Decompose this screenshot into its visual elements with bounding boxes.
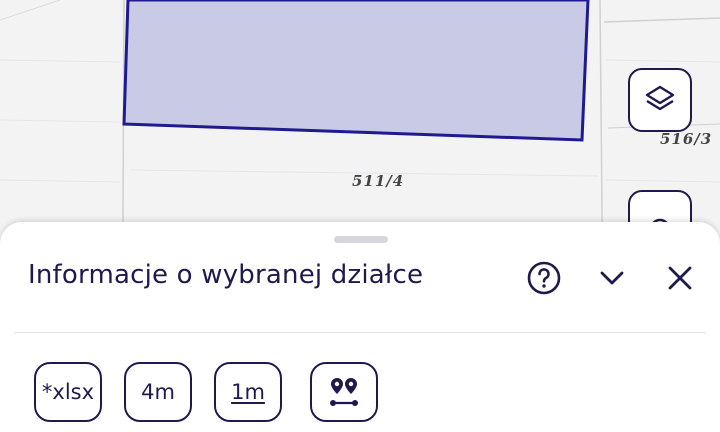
parcel-label-516-3: 516/3	[660, 130, 713, 148]
help-icon	[527, 261, 561, 295]
sheet-title: Informacje o wybranej działce	[28, 260, 424, 290]
close-button[interactable]	[660, 258, 700, 298]
collapse-button[interactable]	[592, 258, 632, 298]
sheet-drag-handle[interactable]	[334, 236, 388, 243]
close-icon	[668, 266, 692, 290]
layers-button[interactable]	[628, 68, 692, 132]
layers-icon	[645, 85, 675, 111]
selected-parcel	[122, 0, 590, 142]
measure-1m-button[interactable]: 1m	[214, 362, 282, 422]
help-button[interactable]	[524, 258, 564, 298]
parcel-info-sheet: Informacje o wybranej działce *xlsx 4m 1…	[0, 222, 720, 432]
chevron-down-icon	[600, 271, 624, 285]
sheet-divider	[14, 332, 706, 333]
parcel-label-511-4: 511/4	[352, 172, 405, 190]
measure-4m-button[interactable]: 4m	[124, 362, 192, 422]
route-button[interactable]	[310, 362, 378, 422]
export-xlsx-button[interactable]: *xlsx	[34, 362, 102, 422]
route-pins-icon	[330, 378, 358, 406]
